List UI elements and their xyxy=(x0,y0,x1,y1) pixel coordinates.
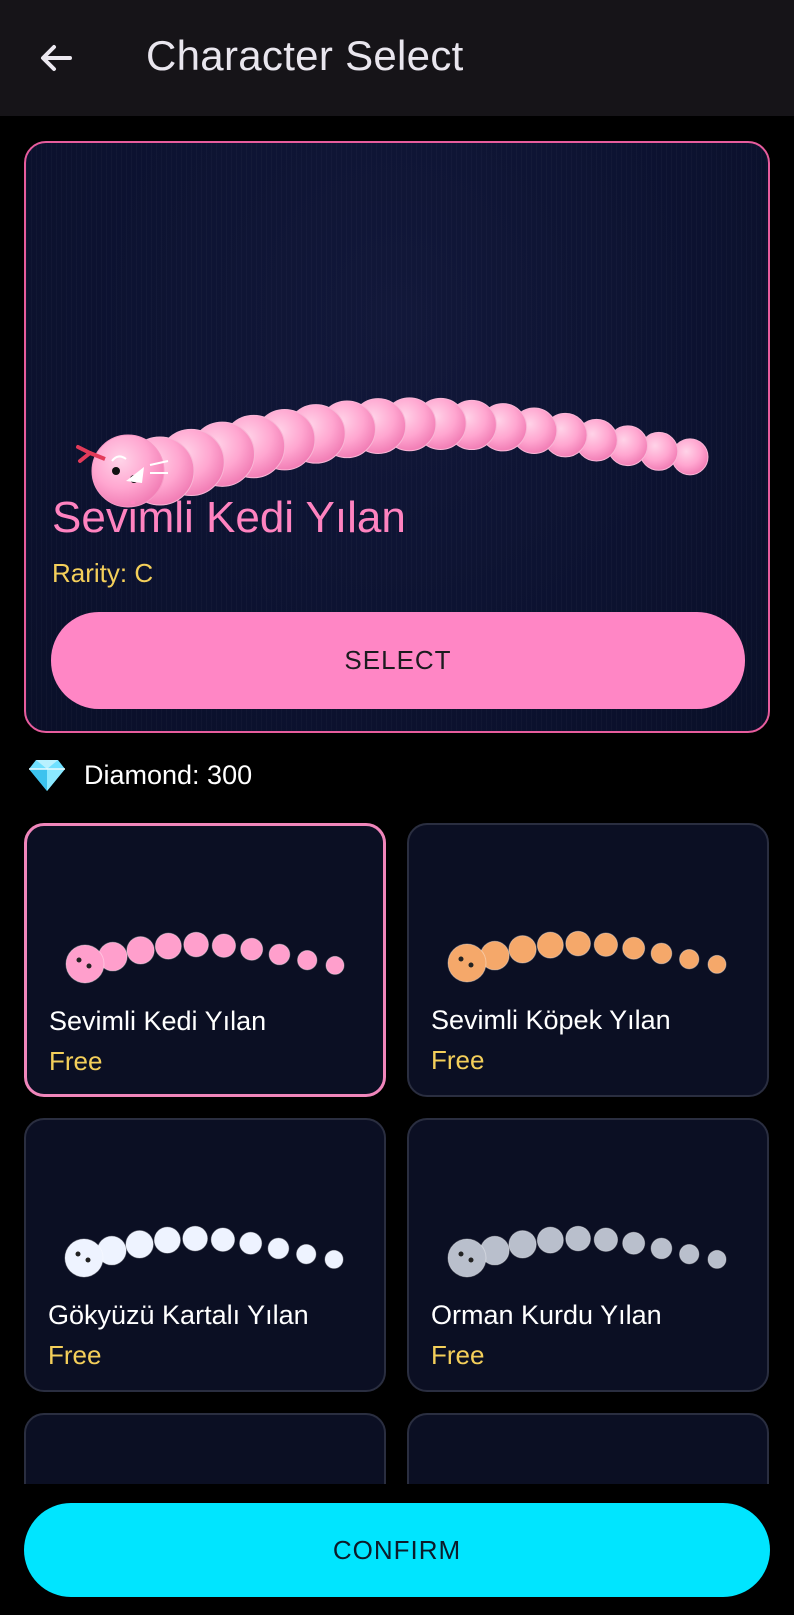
snake-segment xyxy=(593,932,619,957)
snake-head xyxy=(64,1238,104,1278)
snake-segment xyxy=(324,1249,344,1269)
snake-thumbnail xyxy=(447,930,727,983)
featured-character-name: Sevimli Kedi Yılan xyxy=(52,493,406,542)
snake-segment xyxy=(536,1226,564,1254)
snake-segment xyxy=(183,931,209,958)
snake-segment xyxy=(565,930,591,957)
snake-segment xyxy=(650,942,673,965)
character-price: Free xyxy=(431,1340,485,1370)
character-card-orman-kurdu[interactable]: Orman Kurdu Yılan Free xyxy=(407,1118,769,1392)
character-name: Orman Kurdu Yılan xyxy=(431,1300,662,1330)
snake-segment xyxy=(679,949,700,970)
snake-head xyxy=(447,943,487,983)
snake-segment xyxy=(508,1230,537,1259)
snake-segment xyxy=(508,935,537,964)
arrow-left-icon xyxy=(41,45,72,71)
snake-segment xyxy=(154,932,182,960)
snake-segment xyxy=(707,1249,727,1269)
snake-segment xyxy=(707,954,727,974)
character-card-sevimli-kedi[interactable]: Sevimli Kedi Yılan Free xyxy=(24,823,386,1097)
character-card-gokyuzu-kartali[interactable]: Gökyüzü Kartalı Yılan Free xyxy=(24,1118,386,1392)
confirm-button[interactable]: CONFIRM xyxy=(24,1503,770,1597)
snake-segment xyxy=(210,1227,236,1252)
app-bar: Character Select xyxy=(0,0,794,116)
snake-eye xyxy=(85,1257,91,1263)
character-price: Free xyxy=(431,1045,485,1075)
select-button[interactable]: SELECT xyxy=(51,612,745,709)
character-card-sevimli-kopek[interactable]: Sevimli Köpek Yılan Free xyxy=(407,823,769,1097)
featured-character-rarity: Rarity: C xyxy=(52,558,154,588)
snake-head xyxy=(65,944,105,984)
snake-segment xyxy=(297,950,318,971)
back-button[interactable] xyxy=(30,32,82,84)
snake-segment xyxy=(622,1231,646,1255)
snake-segment xyxy=(182,1225,208,1252)
snake-segment xyxy=(296,1244,317,1265)
snake-segment xyxy=(325,955,345,975)
snake-segment xyxy=(125,1230,154,1259)
snake-eye xyxy=(468,1257,474,1263)
snake-segment xyxy=(565,1225,591,1252)
snake-thumbnail xyxy=(447,1225,727,1278)
snake-eye xyxy=(468,962,474,968)
character-name: Gökyüzü Kartalı Yılan xyxy=(48,1300,309,1330)
snake-eye xyxy=(86,963,92,969)
diamond-balance-label: Diamond: 300 xyxy=(84,759,253,790)
snake-segment xyxy=(679,1244,700,1265)
snake-segment xyxy=(239,1231,263,1255)
snake-segment xyxy=(126,936,155,965)
snake-segment xyxy=(153,1226,181,1254)
snake-segment xyxy=(650,1237,673,1260)
character-price: Free xyxy=(48,1340,102,1370)
snake-segment xyxy=(240,937,264,961)
snake-eye xyxy=(458,1251,464,1257)
diamond-balance: Diamond: 300 xyxy=(28,755,252,795)
snake-thumbnail xyxy=(65,931,345,984)
snake-eye xyxy=(75,1251,81,1257)
character-name: Sevimli Köpek Yılan xyxy=(431,1005,671,1035)
snake-eye xyxy=(76,957,82,963)
diamond-icon xyxy=(29,760,65,791)
page-title: Character Select xyxy=(146,32,464,79)
snake-segment xyxy=(267,1237,290,1260)
snake-head xyxy=(447,1238,487,1278)
featured-character-card: Sevimli Kedi Yılan Rarity: C SELECT xyxy=(24,141,770,733)
snake-segment xyxy=(268,943,291,966)
snake-segment xyxy=(536,931,564,959)
snake-segment xyxy=(593,1227,619,1252)
character-price: Free xyxy=(49,1046,103,1076)
character-name: Sevimli Kedi Yılan xyxy=(49,1006,267,1036)
snake-segment xyxy=(211,933,237,958)
snake-segment xyxy=(622,936,646,960)
snake-thumbnail xyxy=(64,1225,344,1278)
snake-eye xyxy=(458,956,464,962)
